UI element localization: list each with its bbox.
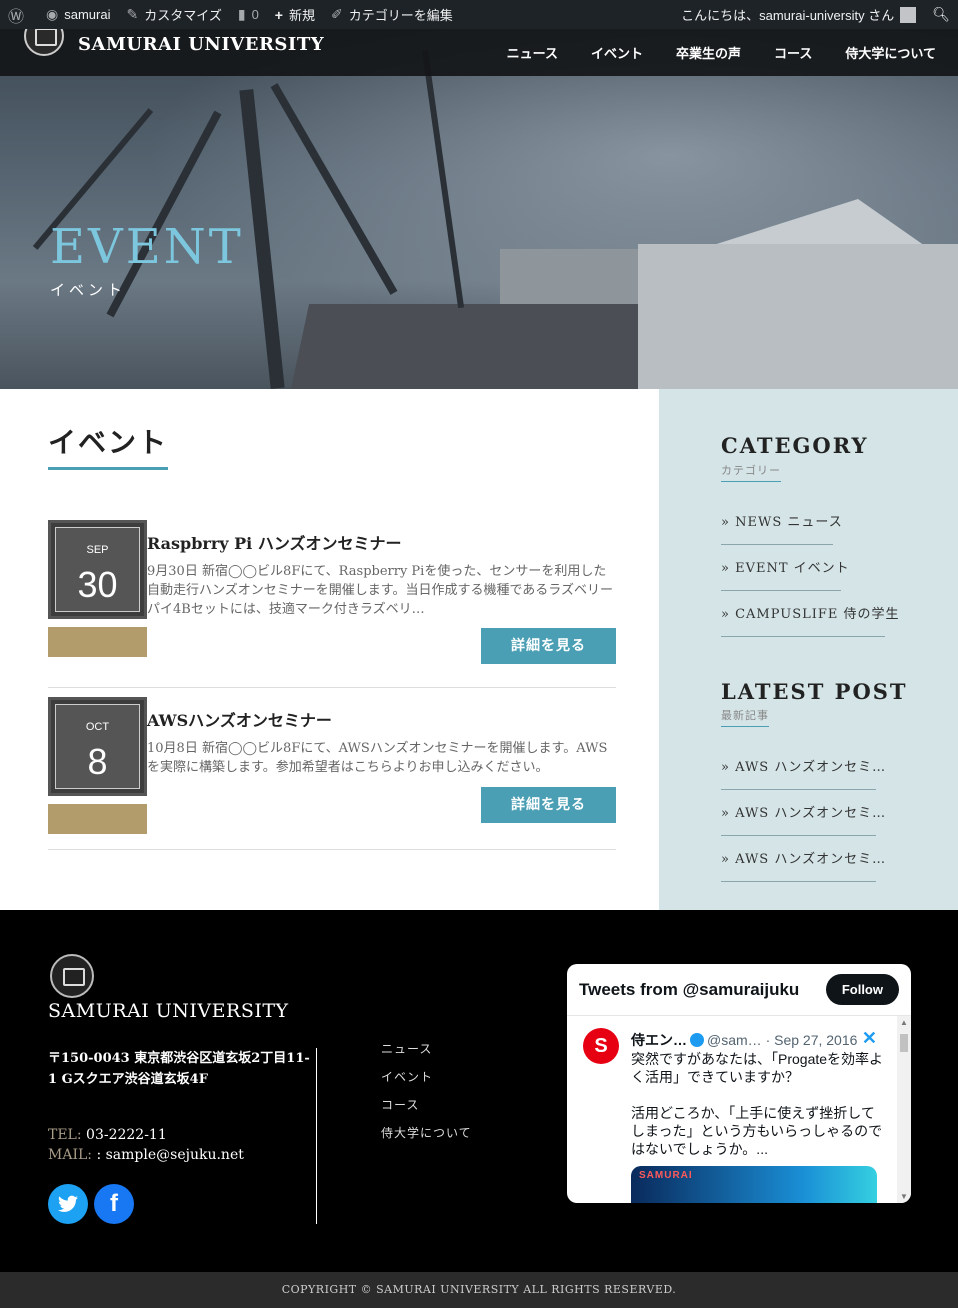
latest-post-heading: LATEST POST (721, 679, 908, 704)
event-card: SEP 30 Raspbrry Pi ハンズオンセミナー 9月30日 新宿◯◯ビ… (48, 520, 616, 688)
avatar[interactable]: S (583, 1028, 619, 1064)
admin-account-menu[interactable]: こんにちは、samurai-university さん (673, 0, 924, 29)
sidebar-latest-post[interactable]: » AWS ハンズオンセミ… (721, 756, 885, 790)
page-title: イベント (48, 421, 169, 470)
event-day: 30 (77, 564, 118, 605)
wordpress-logo-icon[interactable]: Ⓦ (0, 0, 38, 29)
admin-site-link[interactable]: ◉ samurai (38, 0, 118, 29)
footer-nav-about[interactable]: 侍大学について (381, 1124, 472, 1152)
footer-tel: 03-2222-11 (86, 1127, 167, 1143)
brush-icon: ✎ (126, 6, 139, 22)
event-title[interactable]: AWSハンズオンセミナー (147, 707, 332, 731)
tweet-image[interactable]: SAMURAI (631, 1166, 877, 1203)
university-emblem-icon (50, 954, 94, 998)
footer-contact: TEL: 03-2222-11 MAIL: : sample@sejuku.ne… (48, 1127, 244, 1163)
divider (48, 687, 616, 688)
twitter-timeline-widget: Tweets from @samuraijuku Follow S 侍エン… @s… (567, 964, 911, 1203)
sidebar-latest-post[interactable]: » AWS ハンズオンセミ… (721, 848, 885, 882)
event-month: OCT (85, 721, 110, 733)
admin-customize-link[interactable]: ✎ カスタマイズ (118, 0, 229, 29)
tweet-author-name[interactable]: 侍エン… (631, 1032, 687, 1048)
category-subheading: カテゴリー (721, 462, 781, 482)
site-footer: SAMURAI UNIVERSITY 〒150-0043 東京都渋谷区道玄坂2丁… (0, 910, 958, 1272)
admin-new-link[interactable]: + 新規 (267, 0, 323, 29)
event-detail-button[interactable]: 詳細を見る (481, 628, 616, 664)
scroll-down-icon[interactable]: ▼ (900, 1192, 908, 1201)
social-links: f (48, 1184, 140, 1224)
divider (48, 849, 616, 850)
hero-subtitle: イベント (50, 281, 127, 299)
site-header: SAMURAI UNIVERSITY NEWSニュース EVENTイベント GR… (0, 16, 958, 76)
pencil-icon: ✐ (331, 6, 343, 22)
footer-site-name: SAMURAI UNIVERSITY (48, 1000, 289, 1022)
main-content: イベント SEP 30 Raspbrry Pi ハンズオンセミナー 9月30日 … (0, 389, 659, 910)
avatar (900, 6, 917, 23)
nav-item-graduates[interactable]: GRADUATES卒業生の声 (676, 17, 777, 76)
tweet[interactable]: S 侍エン… @sam… · Sep 27, 2016 ✕ 突然ですがあなたは、「… (567, 1016, 897, 1203)
site-logo[interactable]: SAMURAI UNIVERSITY (24, 16, 324, 59)
sidebar-latest-post[interactable]: » AWS ハンズオンセミ… (721, 802, 885, 836)
tweet-date[interactable]: · Sep 27, 2016 (766, 1032, 858, 1048)
event-day: 8 (87, 741, 108, 782)
tweet-text: 突然ですがあなたは、「Progateを効率よく活用」できていますか？ 活用どころ… (631, 1051, 884, 1157)
verified-badge-icon (690, 1033, 704, 1047)
footer-nav-news[interactable]: ニュース (381, 1040, 472, 1068)
category-heading: CATEGORY (721, 433, 869, 458)
admin-search-icon[interactable]: 🔍︎ (924, 0, 958, 29)
event-month: SEP (86, 544, 109, 556)
follow-button[interactable]: Follow (825, 974, 899, 1005)
hero-banner: EVENT イベント (0, 29, 958, 389)
x-logo-icon[interactable]: ✕ (862, 1028, 877, 1049)
main-nav: NEWSニュース EVENTイベント GRADUATES卒業生の声 COURSE… (474, 17, 936, 76)
facebook-icon[interactable]: f (94, 1184, 134, 1224)
event-category-bar (48, 804, 147, 834)
admin-edit-link[interactable]: ✐ カテゴリーを編集 (323, 0, 461, 29)
scrollbar[interactable]: ▲ ▼ (897, 1016, 911, 1203)
twitter-widget-title: Tweets from @samuraijuku (579, 979, 800, 999)
event-description: 10月8日 新宿◯◯ビル8Fにて、AWSハンズオンセミナーを開催します。AWSを… (147, 741, 608, 775)
event-description: 9月30日 新宿◯◯ビル8Fにて、Raspberry Piを使った、センサーを利… (147, 564, 614, 617)
admin-comments-link[interactable]: ▮ 0 (230, 0, 267, 29)
nav-item-courses[interactable]: COURSESコース (774, 17, 854, 76)
nav-item-about[interactable]: ABOUT US侍大学について (845, 17, 936, 76)
footer-nav: ニュース イベント コース 侍大学について (381, 1040, 472, 1152)
tweet-handle: @sam… (707, 1032, 762, 1048)
sidebar-category-news[interactable]: » NEWS ニュース (721, 511, 842, 545)
sidebar: CATEGORY カテゴリー » NEWS ニュース » EVENT イベント … (659, 389, 958, 910)
footer-mail[interactable]: : sample@sejuku.net (96, 1147, 243, 1163)
latest-post-subheading: 最新記事 (721, 707, 769, 727)
scroll-up-icon[interactable]: ▲ (900, 1018, 908, 1027)
event-date-box: SEP 30 (48, 520, 147, 619)
divider (316, 1048, 317, 1224)
footer-nav-courses[interactable]: コース (381, 1096, 472, 1124)
event-category-bar (48, 627, 147, 657)
event-date-box: OCT 8 (48, 697, 147, 796)
comment-icon: ▮ (237, 6, 246, 22)
copyright: COPYRIGHT © SAMURAI UNIVERSITY ALL RIGHT… (0, 1272, 958, 1308)
nav-item-news[interactable]: NEWSニュース (507, 17, 558, 76)
hero-title: EVENT (50, 219, 244, 275)
plus-icon: + (274, 6, 283, 23)
footer-nav-event[interactable]: イベント (381, 1068, 472, 1096)
dashboard-icon: ◉ (46, 6, 59, 22)
twitter-icon[interactable] (48, 1184, 88, 1224)
sidebar-category-event[interactable]: » EVENT イベント (721, 557, 849, 591)
event-detail-button[interactable]: 詳細を見る (481, 787, 616, 823)
event-title[interactable]: Raspbrry Pi ハンズオンセミナー (147, 530, 402, 554)
sidebar-category-campuslife[interactable]: » CAMPUSLIFE 侍の学生 (721, 603, 899, 637)
event-card: OCT 8 AWSハンズオンセミナー 10月8日 新宿◯◯ビル8Fにて、AWSハ… (48, 697, 616, 850)
wp-admin-bar: Ⓦ ◉ samurai ✎ カスタマイズ ▮ 0 + 新規 ✐ カテゴリーを編集 こんにち… (0, 0, 958, 29)
nav-item-event[interactable]: EVENTイベント (591, 17, 647, 76)
footer-address: 〒150-0043 東京都渋谷区道玄坂2丁目11-1 Gスクエア渋谷道玄坂4F (48, 1051, 310, 1087)
